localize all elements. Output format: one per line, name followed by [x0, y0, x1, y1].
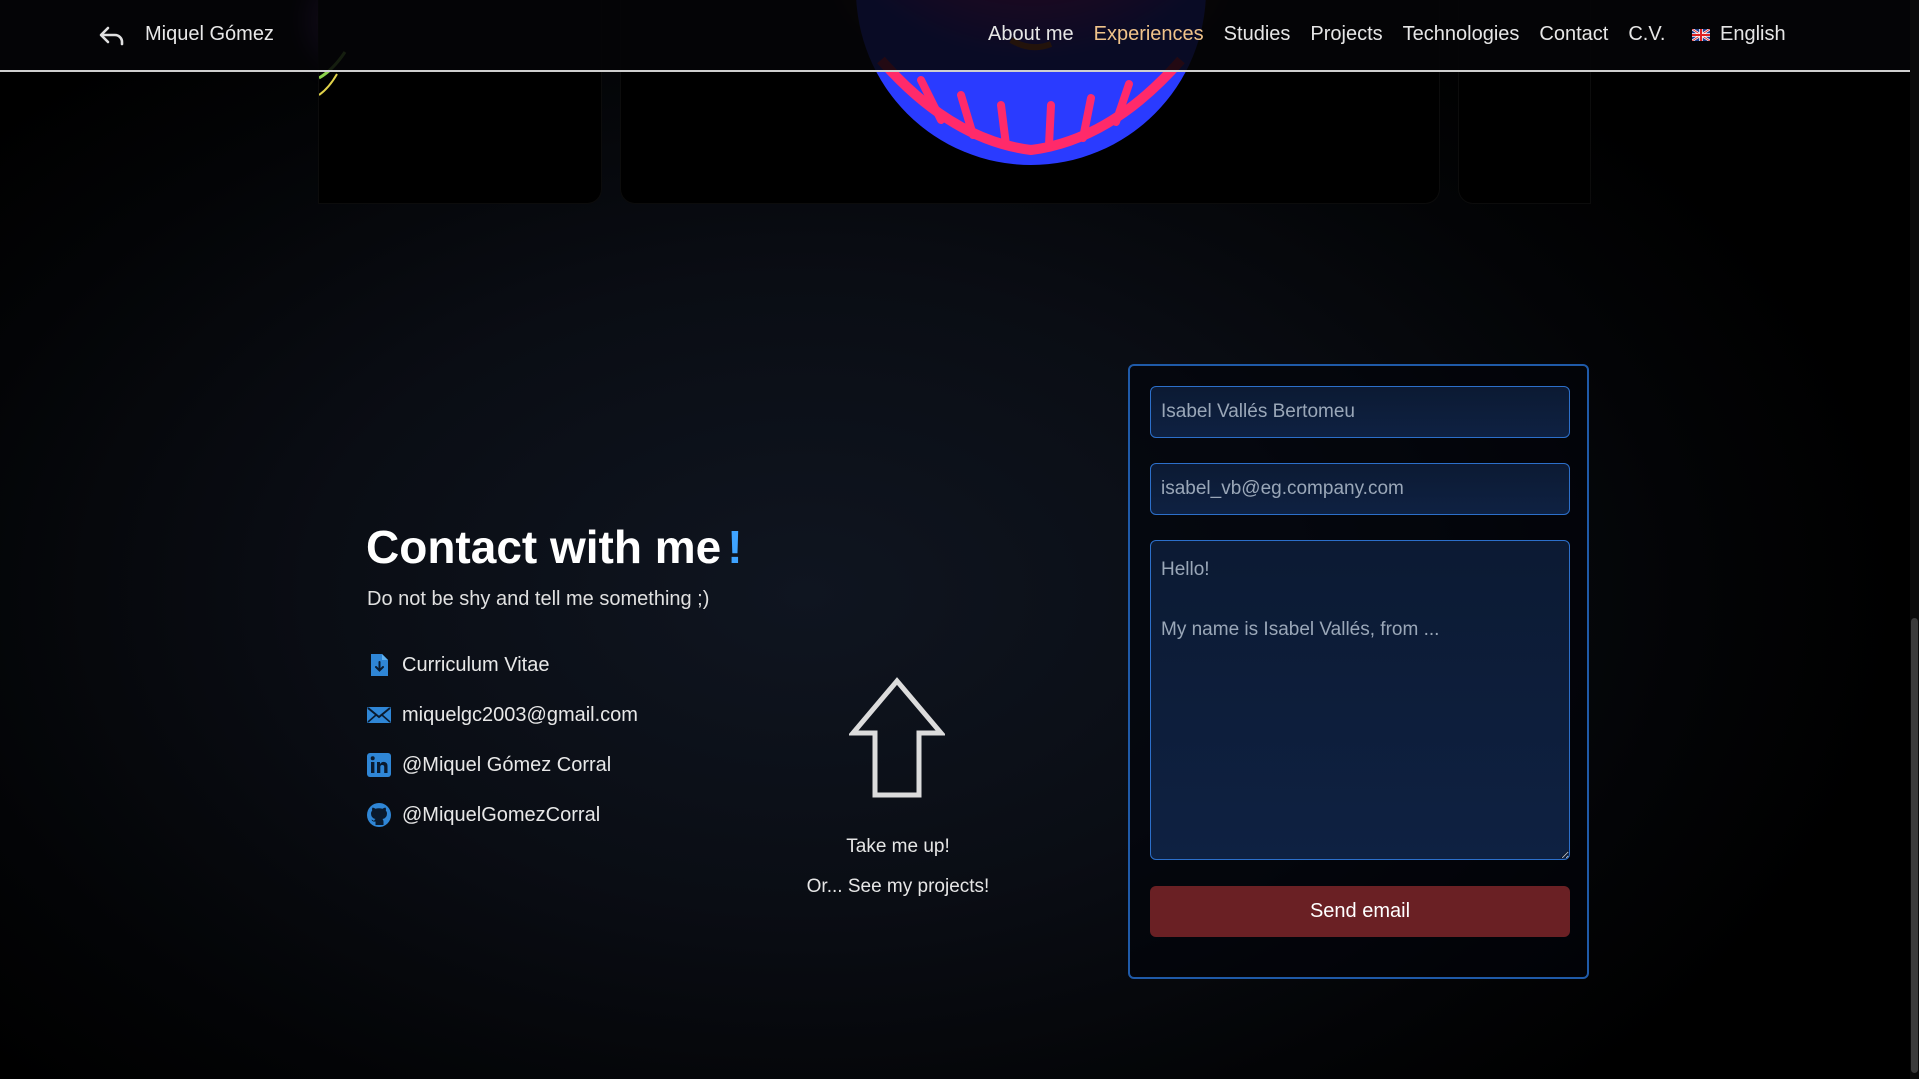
- cv-link[interactable]: Curriculum Vitae: [366, 640, 638, 690]
- nav-projects[interactable]: Projects: [1310, 23, 1382, 46]
- nav-contact[interactable]: Contact: [1539, 23, 1608, 46]
- document-download-icon: [371, 654, 388, 676]
- take-me-up-link[interactable]: Take me up!: [800, 836, 996, 858]
- github-link[interactable]: @MiquelGomezCorral: [366, 790, 638, 840]
- top-navbar: Miquel Gómez About me Experiences Studie…: [0, 0, 1910, 72]
- nav-studies[interactable]: Studies: [1224, 23, 1291, 46]
- name-field[interactable]: [1150, 386, 1570, 438]
- email-link-label: miquelgc2003@gmail.com: [402, 703, 638, 726]
- mail-icon: [367, 707, 391, 723]
- message-field[interactable]: [1150, 540, 1570, 860]
- uk-flag-icon: [1692, 28, 1710, 41]
- send-email-button[interactable]: Send email: [1150, 886, 1570, 937]
- arrow-up-icon[interactable]: [849, 677, 945, 801]
- page: Miquel Gómez About me Experiences Studie…: [0, 0, 1919, 1079]
- language-label: English: [1720, 23, 1786, 45]
- nav-technologies[interactable]: Technologies: [1403, 23, 1520, 46]
- contact-title: Contact with me!: [366, 520, 743, 574]
- linkedin-link[interactable]: @Miquel Gómez Corral: [366, 740, 638, 790]
- email-field[interactable]: [1150, 463, 1570, 515]
- nav-about-me[interactable]: About me: [988, 23, 1074, 46]
- email-link[interactable]: miquelgc2003@gmail.com: [366, 690, 638, 740]
- see-projects-link[interactable]: Or... See my projects!: [780, 876, 1016, 898]
- brand-name[interactable]: Miquel Gómez: [145, 23, 274, 46]
- linkedin-link-label: @Miquel Gómez Corral: [402, 753, 612, 776]
- back-arrow-icon[interactable]: [98, 22, 126, 50]
- linkedin-icon: [367, 753, 391, 777]
- contact-title-text: Contact with me: [366, 521, 722, 573]
- main-nav: About me Experiences Studies Projects Te…: [988, 23, 1665, 46]
- github-link-label: @MiquelGomezCorral: [402, 803, 601, 826]
- contact-subtitle: Do not be shy and tell me something ;): [367, 588, 710, 610]
- nav-cv[interactable]: C.V.: [1628, 23, 1665, 46]
- contact-form: Send email: [1128, 364, 1589, 979]
- cv-link-label: Curriculum Vitae: [402, 653, 550, 676]
- language-selector[interactable]: English: [1692, 23, 1786, 46]
- contact-title-accent: !: [727, 521, 743, 573]
- github-icon: [367, 803, 391, 827]
- contact-links: Curriculum Vitae miquelgc2003@gmail.com …: [366, 640, 638, 840]
- nav-experiences[interactable]: Experiences: [1094, 23, 1204, 46]
- page-scrollbar-thumb[interactable]: [1911, 618, 1918, 1073]
